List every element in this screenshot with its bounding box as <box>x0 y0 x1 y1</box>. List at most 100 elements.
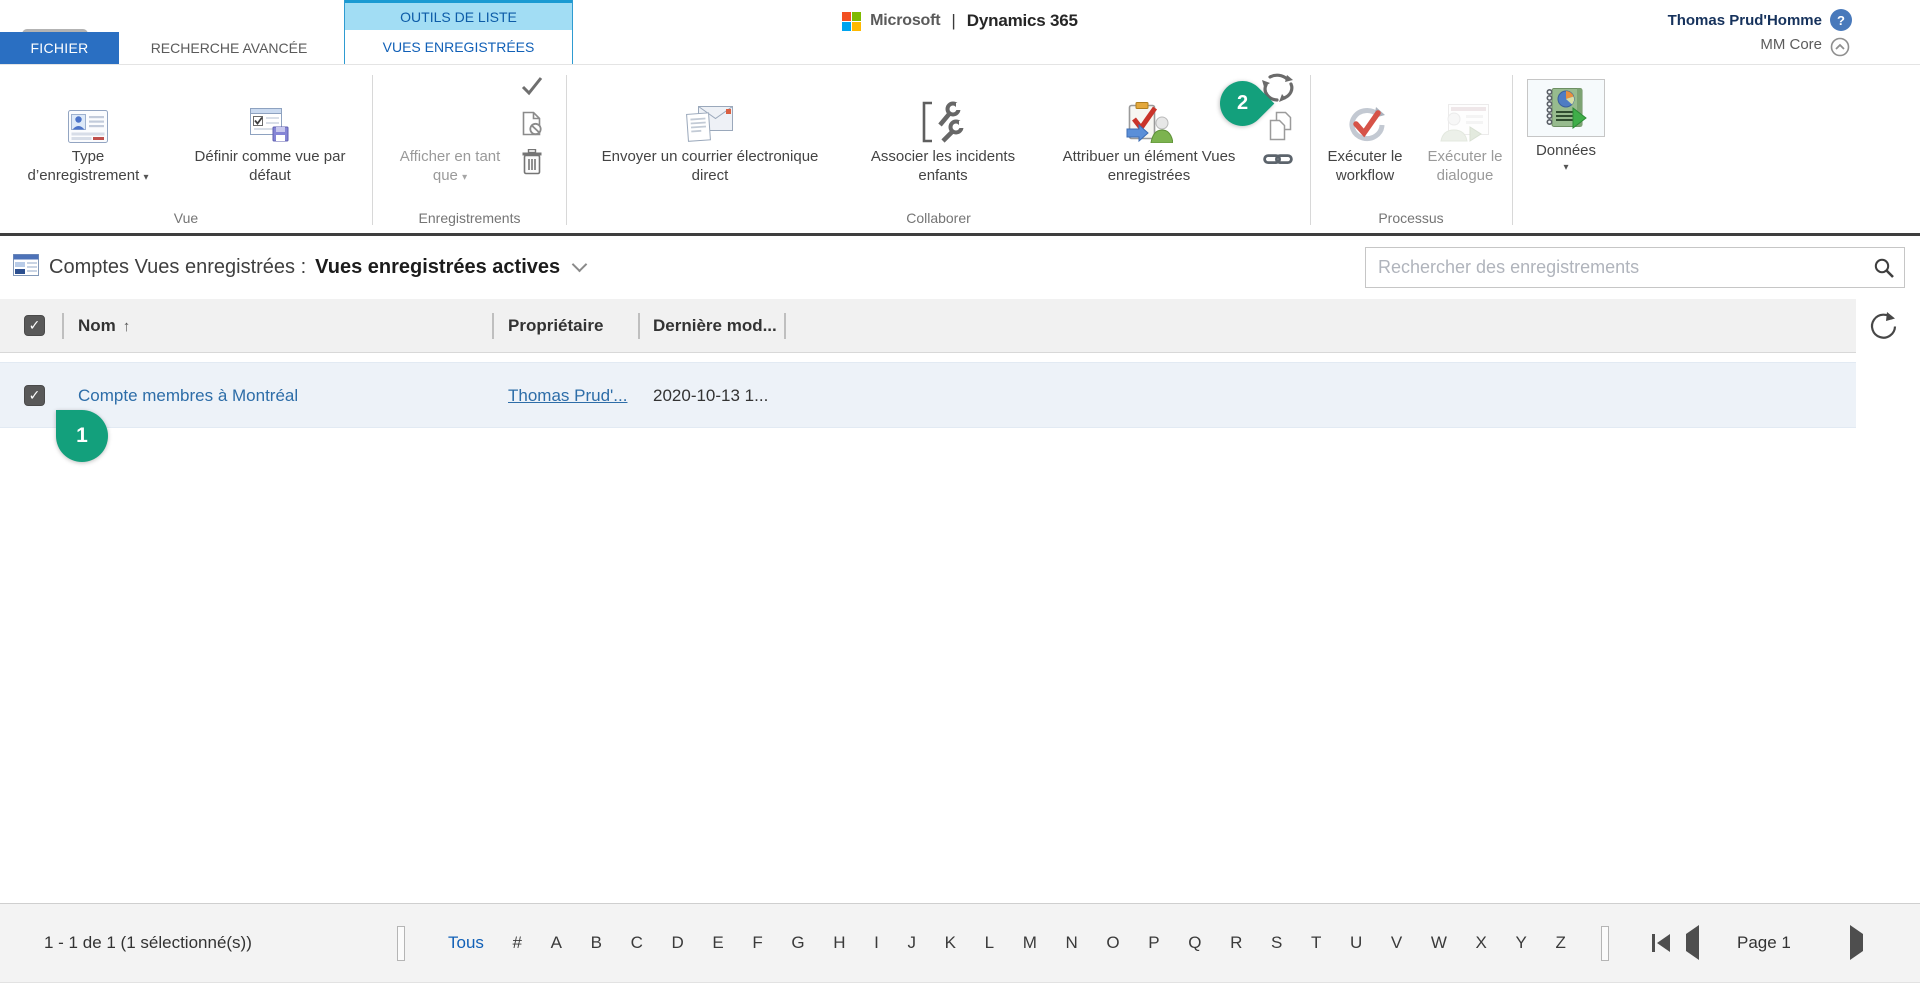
row-checkbox[interactable]: ✓ <box>24 385 45 406</box>
alphabet-letter[interactable]: K <box>945 933 956 953</box>
delete-button[interactable] <box>516 149 548 180</box>
ribbon-group-label-collaborer: Collaborer <box>567 210 1310 226</box>
run-dialog-icon <box>1440 79 1490 147</box>
annotation-step-1: 1 <box>56 410 108 462</box>
alphabet-letter[interactable]: X <box>1476 933 1487 953</box>
alphabet-letter[interactable]: N <box>1065 933 1077 953</box>
divider-thumb[interactable] <box>397 926 405 961</box>
brand-separator: | <box>951 11 955 31</box>
alphabet-letter[interactable]: P <box>1148 933 1159 953</box>
alphabet-letter[interactable]: M <box>1023 933 1037 953</box>
record-count: 1 - 1 de 1 (1 sélectionné(s)) <box>44 904 252 982</box>
row-name-link[interactable]: Compte membres à Montréal <box>78 363 298 429</box>
alphabet-jump-bar: Tous # A B C D E F G H I J K L M N O P Q R S T U V W X Y Z <box>448 904 1566 982</box>
view-selector-icon <box>13 254 39 281</box>
previous-page-button[interactable] <box>1686 934 1699 952</box>
tab-fichier[interactable]: FICHIER <box>0 32 119 64</box>
ribbon-group-label-enregistrements: Enregistrements <box>373 210 566 226</box>
select-all-checkbox[interactable]: ✓ <box>24 315 45 336</box>
alphabet-all[interactable]: Tous <box>448 933 484 953</box>
alphabet-letter[interactable]: V <box>1391 933 1402 953</box>
column-divider <box>492 313 494 339</box>
user-name[interactable]: Thomas Prud'Homme <box>1668 12 1822 29</box>
associate-child-cases-button[interactable]: Associer les incidents enfants <box>858 79 1028 185</box>
copy-icon <box>1267 111 1293 146</box>
entity-label: Comptes Vues enregistrées : <box>49 256 306 279</box>
column-header-proprietaire[interactable]: Propriétaire <box>508 299 603 353</box>
activate-check-icon <box>520 75 544 102</box>
ribbon: Type d’enregistrement ▾ Définir co <box>0 64 1920 236</box>
chevron-up-circle-icon[interactable] <box>1830 37 1850 57</box>
alphabet-letter[interactable]: B <box>591 933 602 953</box>
organization-name[interactable]: MM Core <box>1760 36 1822 53</box>
brand-product: Dynamics 365 <box>967 11 1078 31</box>
column-divider <box>638 313 640 339</box>
set-default-view-button[interactable]: Définir comme vue par défaut <box>183 79 357 185</box>
dropdown-arrow-icon: ▾ <box>1563 162 1568 173</box>
divider-thumb[interactable] <box>1601 926 1609 961</box>
ribbon-group-divider <box>372 75 373 225</box>
contextual-tab-group: OUTILS DE LISTE VUES ENREGISTRÉES <box>344 0 573 64</box>
alphabet-letter[interactable]: J <box>908 933 917 953</box>
ribbon-group-divider <box>1512 75 1513 225</box>
activate-button[interactable] <box>516 75 548 102</box>
view-name[interactable]: Vues enregistrées actives <box>315 256 560 279</box>
alphabet-letter[interactable]: # <box>513 933 522 953</box>
help-icon[interactable]: ? <box>1830 9 1852 31</box>
chevron-down-icon[interactable] <box>572 257 588 273</box>
refresh-button[interactable] <box>1866 308 1900 344</box>
email-link-button[interactable] <box>1262 151 1294 172</box>
alphabet-letter[interactable]: T <box>1311 933 1321 953</box>
alphabet-letter[interactable]: L <box>985 933 994 953</box>
alphabet-letter[interactable]: U <box>1350 933 1362 953</box>
alphabet-letter[interactable]: G <box>791 933 804 953</box>
table-row[interactable]: ✓ Compte membres à Montréal Thomas Prud'… <box>0 362 1856 428</box>
alphabet-letter[interactable]: F <box>752 933 762 953</box>
brand-company: Microsoft <box>870 12 940 30</box>
data-button[interactable]: Données ▾ <box>1522 79 1610 173</box>
alphabet-letter[interactable]: H <box>833 933 845 953</box>
top-header: FICHIER RECHERCHE AVANCÉE OUTILS DE LIST… <box>0 0 1920 64</box>
deactivate-button[interactable] <box>516 111 548 142</box>
next-page-button[interactable] <box>1850 934 1863 952</box>
alphabet-letter[interactable]: Z <box>1555 933 1565 953</box>
alphabet-letter[interactable]: R <box>1230 933 1242 953</box>
status-bar: 1 - 1 de 1 (1 sélectionné(s)) Tous # A B C D… <box>0 903 1920 983</box>
tab-recherche-avancee[interactable]: RECHERCHE AVANCÉE <box>119 32 339 64</box>
alphabet-letter[interactable]: S <box>1271 933 1282 953</box>
run-dialog-button[interactable]: Exécuter le dialogue <box>1417 79 1513 185</box>
column-header-derniere-mod[interactable]: Dernière mod... <box>653 299 777 353</box>
alphabet-letter[interactable]: W <box>1431 933 1447 953</box>
alphabet-letter[interactable]: Q <box>1188 933 1201 953</box>
copy-link-button[interactable] <box>1264 111 1296 146</box>
search-box <box>1365 247 1905 288</box>
first-page-button[interactable] <box>1652 934 1670 952</box>
page-label: Page 1 <box>1737 904 1791 982</box>
alphabet-letter[interactable]: Y <box>1515 933 1526 953</box>
next-page-icon <box>1850 925 1863 960</box>
record-type-icon <box>68 79 108 147</box>
column-header-nom[interactable]: Nom ↑ <box>78 299 130 353</box>
data-icon <box>1527 79 1605 137</box>
row-owner-link[interactable]: Thomas Prud'... <box>508 363 627 429</box>
column-divider <box>62 313 64 339</box>
send-direct-email-button[interactable]: Envoyer un courrier électronique direct <box>592 79 828 185</box>
alphabet-letter[interactable]: D <box>671 933 683 953</box>
deactivate-record-icon <box>520 111 544 142</box>
search-input[interactable] <box>1366 248 1904 287</box>
ribbon-group-label-processus: Processus <box>1311 210 1511 226</box>
search-icon[interactable] <box>1873 257 1895 284</box>
run-workflow-icon <box>1343 79 1387 147</box>
alphabet-letter[interactable]: I <box>874 933 879 953</box>
alphabet-letter[interactable]: O <box>1106 933 1119 953</box>
alphabet-letter[interactable]: C <box>631 933 643 953</box>
display-as-button[interactable]: Afficher en tant que ▾ <box>388 79 512 187</box>
record-type-button[interactable]: Type d’enregistrement ▾ <box>18 79 158 187</box>
tab-vues-enregistrees[interactable]: VUES ENREGISTRÉES <box>345 30 572 64</box>
alphabet-letter[interactable]: A <box>551 933 562 953</box>
alphabet-letter[interactable]: E <box>712 933 723 953</box>
first-page-icon <box>1657 934 1670 952</box>
row-modified-date: 2020-10-13 1... <box>653 363 768 429</box>
run-workflow-button[interactable]: Exécuter le workflow <box>1317 79 1413 185</box>
link-icon <box>1263 151 1293 172</box>
